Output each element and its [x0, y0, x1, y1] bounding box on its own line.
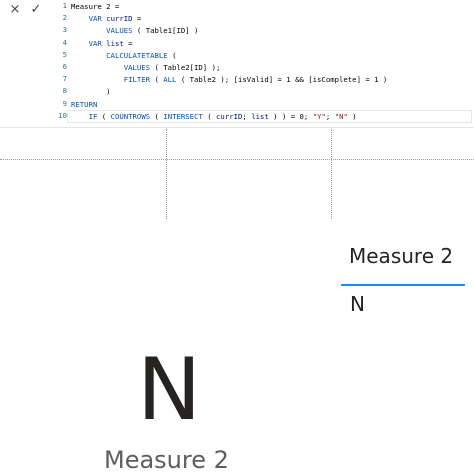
line-number: 5 [62, 49, 67, 59]
code-token: ( Table2 ); [isValid] = 1 && [isComplete… [176, 75, 388, 85]
code-line: FILTER ( ALL ( Table2 ); [isValid] = 1 &… [71, 74, 388, 86]
close-icon[interactable]: × [6, 1, 24, 19]
code-token: ) [347, 111, 357, 121]
code-token: ( [167, 50, 177, 60]
code-token: CALCULATETABLE [106, 50, 168, 60]
formula-bar[interactable]: × ✓ 1 2 3 4 5 6 7 8 9 10 Measure 2 = VAR currID =… [0, 0, 474, 128]
code-token: = [132, 14, 142, 24]
code-line: VAR list = [71, 38, 133, 50]
code-token: currID [106, 14, 133, 24]
table-header-underline [341, 284, 465, 286]
checkmark-icon[interactable]: ✓ [27, 1, 45, 19]
line-number: 9 [62, 98, 67, 108]
line-number-gutter: 1 2 3 4 5 6 7 8 9 10 [55, 0, 67, 128]
canvas-guide-vertical [331, 129, 332, 219]
line-number: 3 [62, 25, 67, 35]
line-number: 2 [62, 13, 67, 23]
code-token: COUNTROWS [110, 111, 151, 121]
code-token: ( [150, 75, 164, 85]
code-line: Measure 2 = [71, 1, 119, 13]
line-number: 7 [62, 74, 67, 84]
code-token: = [123, 38, 133, 48]
card-title: Measure 2 [104, 446, 229, 474]
code-token: "Y" [312, 111, 326, 121]
table-column-header[interactable]: Measure 2 [349, 244, 453, 268]
code-line: IF ( COUNTROWS ( INTERSECT ( currID; lis… [71, 111, 357, 123]
code-token: list [106, 38, 124, 48]
code-token: ( [202, 111, 217, 121]
code-token: ( [97, 111, 111, 121]
code-line: ) [71, 86, 111, 98]
dax-code-editor[interactable]: Measure 2 = VAR currID = VALUES ( Table1… [71, 0, 471, 128]
code-token: ALL [163, 75, 177, 85]
line-number: 4 [62, 37, 67, 47]
code-token: ( Table2[ID] ); [150, 63, 221, 72]
code-token: ; [325, 111, 335, 121]
code-token: Measure 2 = [71, 2, 120, 11]
code-token: ( [150, 111, 164, 121]
canvas-guide-vertical [166, 129, 167, 219]
code-token: ) [71, 87, 111, 97]
code-token: VALUES [123, 63, 151, 72]
code-token: list [251, 111, 269, 121]
code-token: VALUES [106, 26, 133, 36]
code-line: RETURN [71, 99, 97, 111]
code-token: FILTER [123, 75, 151, 85]
code-token: "N" [334, 111, 348, 121]
line-number: 6 [62, 62, 67, 71]
code-line: VAR currID = [71, 13, 142, 25]
code-token: ) ) = 0; [268, 111, 313, 121]
line-number: 10 [58, 110, 67, 120]
code-token: currID [216, 111, 243, 121]
canvas-guide-horizontal [0, 159, 474, 160]
line-number: 8 [62, 86, 67, 96]
code-line: VALUES ( Table2[ID] ); [71, 62, 221, 74]
code-token: INTERSECT [163, 111, 203, 121]
card-value: N [137, 340, 202, 440]
code-token: VAR [88, 14, 102, 24]
code-token: ; [242, 111, 252, 121]
table-cell: N [350, 292, 365, 316]
code-token: RETURN [71, 99, 98, 109]
code-line: CALCULATETABLE ( [71, 50, 176, 62]
line-number: 1 [62, 1, 67, 10]
code-token: VAR [88, 38, 102, 48]
code-line: VALUES ( Table1[ID] ) [71, 25, 198, 37]
code-token: ( Table1[ID] ) [132, 26, 199, 36]
